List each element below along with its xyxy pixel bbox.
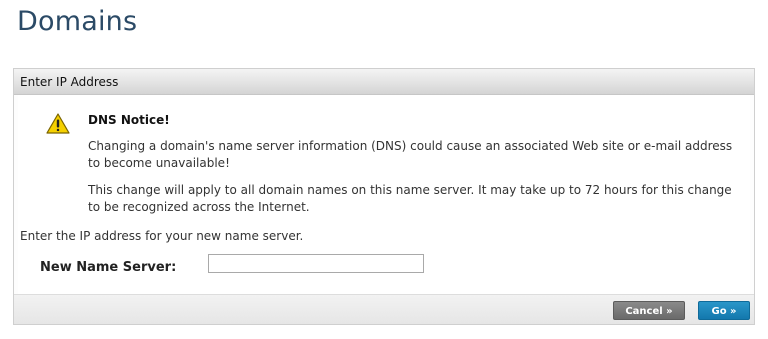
page-title: Domains xyxy=(17,6,138,37)
go-button[interactable]: Go » xyxy=(698,301,750,320)
ip-address-panel: Enter IP Address DNS Notice! Changing a … xyxy=(13,68,755,325)
notice-title: DNS Notice! xyxy=(88,113,170,127)
name-server-input[interactable] xyxy=(208,254,424,273)
cancel-button[interactable]: Cancel » xyxy=(613,301,685,320)
panel-footer: Cancel » Go » xyxy=(14,294,754,324)
notice-paragraph: This change will apply to all domain nam… xyxy=(88,183,732,214)
name-server-label: New Name Server: xyxy=(40,260,177,275)
notice-paragraph: Changing a domain's name server informat… xyxy=(88,139,733,170)
panel-header: Enter IP Address xyxy=(14,69,754,95)
panel-body: DNS Notice! Changing a domain's name ser… xyxy=(18,95,750,294)
warning-icon xyxy=(46,113,70,134)
instruction-text: Enter the IP address for your new name s… xyxy=(20,229,304,243)
